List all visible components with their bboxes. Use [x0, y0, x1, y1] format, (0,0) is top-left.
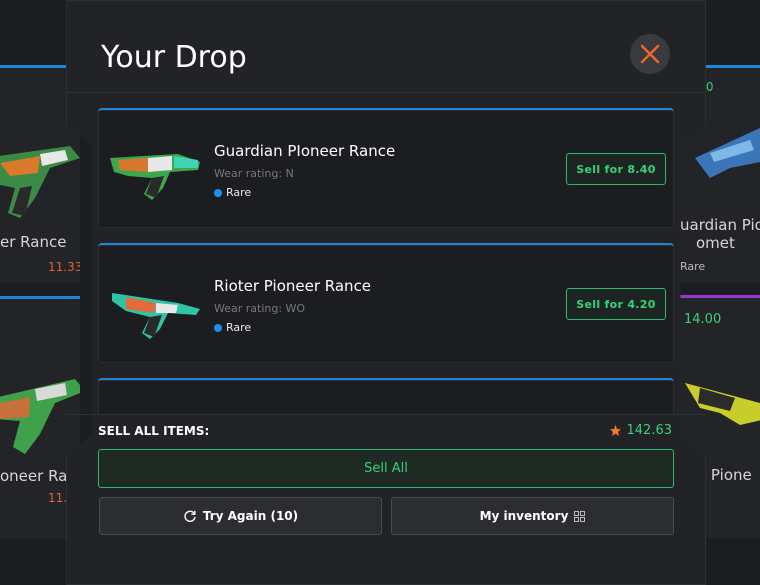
- dropped-items-list[interactable]: Guardian PIoneer Rance Wear rating: N Ra…: [98, 108, 674, 414]
- item-wear: Wear rating: N: [214, 167, 294, 180]
- bg-item-name: uardian Pio: [680, 216, 760, 234]
- rarity-label: Rare: [226, 321, 252, 334]
- item-wear: Wear rating: WO: [214, 302, 306, 315]
- bg-item-name: oneer Ra: [0, 467, 68, 485]
- dropped-item: [98, 378, 674, 414]
- try-again-button[interactable]: Try Again (10): [99, 497, 382, 535]
- sell-item-button[interactable]: Sell for 4.20: [566, 288, 666, 320]
- sell-item-button[interactable]: Sell for 8.40: [566, 153, 666, 185]
- rifle-image: [110, 154, 200, 200]
- sell-all-label: SELL ALL ITEMS:: [98, 424, 210, 438]
- header-divider: [66, 92, 706, 93]
- bg-rifle-image: [0, 379, 80, 454]
- bg-item-price: 11.: [48, 491, 68, 505]
- bg-item-price: 11.3310: [48, 260, 80, 274]
- bg-item-name: omet: [696, 234, 735, 252]
- refresh-icon: [184, 510, 196, 522]
- try-again-label: Try Again (10): [202, 509, 299, 523]
- item-rarity: Rare: [214, 186, 251, 199]
- item-name: Rioter Pioneer Rance: [214, 277, 372, 295]
- sell-all-button[interactable]: Sell All: [98, 449, 674, 488]
- inventory-icon: [574, 510, 586, 522]
- bg-item-price: 14.00: [684, 312, 722, 327]
- modal-title: Your Drop: [101, 40, 247, 75]
- coin-icon: [609, 425, 621, 436]
- dropped-item: Rioter Pioneer Rance Wear rating: WO Rar…: [98, 243, 674, 363]
- dropped-item: Guardian PIoneer Rance Wear rating: N Ra…: [98, 108, 674, 228]
- total-value: 142.63: [626, 423, 673, 438]
- bg-item-rarity: Rare: [680, 260, 706, 273]
- rarity-dot-icon: [214, 188, 222, 197]
- bg-item-name: er Rance: [0, 233, 67, 251]
- footer-divider: [66, 414, 706, 415]
- rarity-label: Rare: [226, 186, 252, 199]
- item-name: Guardian PIoneer Rance: [214, 142, 396, 160]
- rifle-image: [112, 293, 200, 339]
- my-inventory-label: My inventory: [479, 509, 569, 523]
- item-rarity: Rare: [214, 321, 251, 334]
- close-button[interactable]: [630, 34, 670, 74]
- close-icon: [640, 44, 660, 64]
- my-inventory-button[interactable]: My inventory: [391, 497, 674, 535]
- bg-rifle-image: [685, 383, 760, 425]
- rarity-dot-icon: [214, 323, 222, 332]
- bg-item-name: r Pione: [700, 466, 752, 484]
- bg-rifle-image: [0, 146, 80, 218]
- sell-all-total: 142.63: [609, 423, 673, 438]
